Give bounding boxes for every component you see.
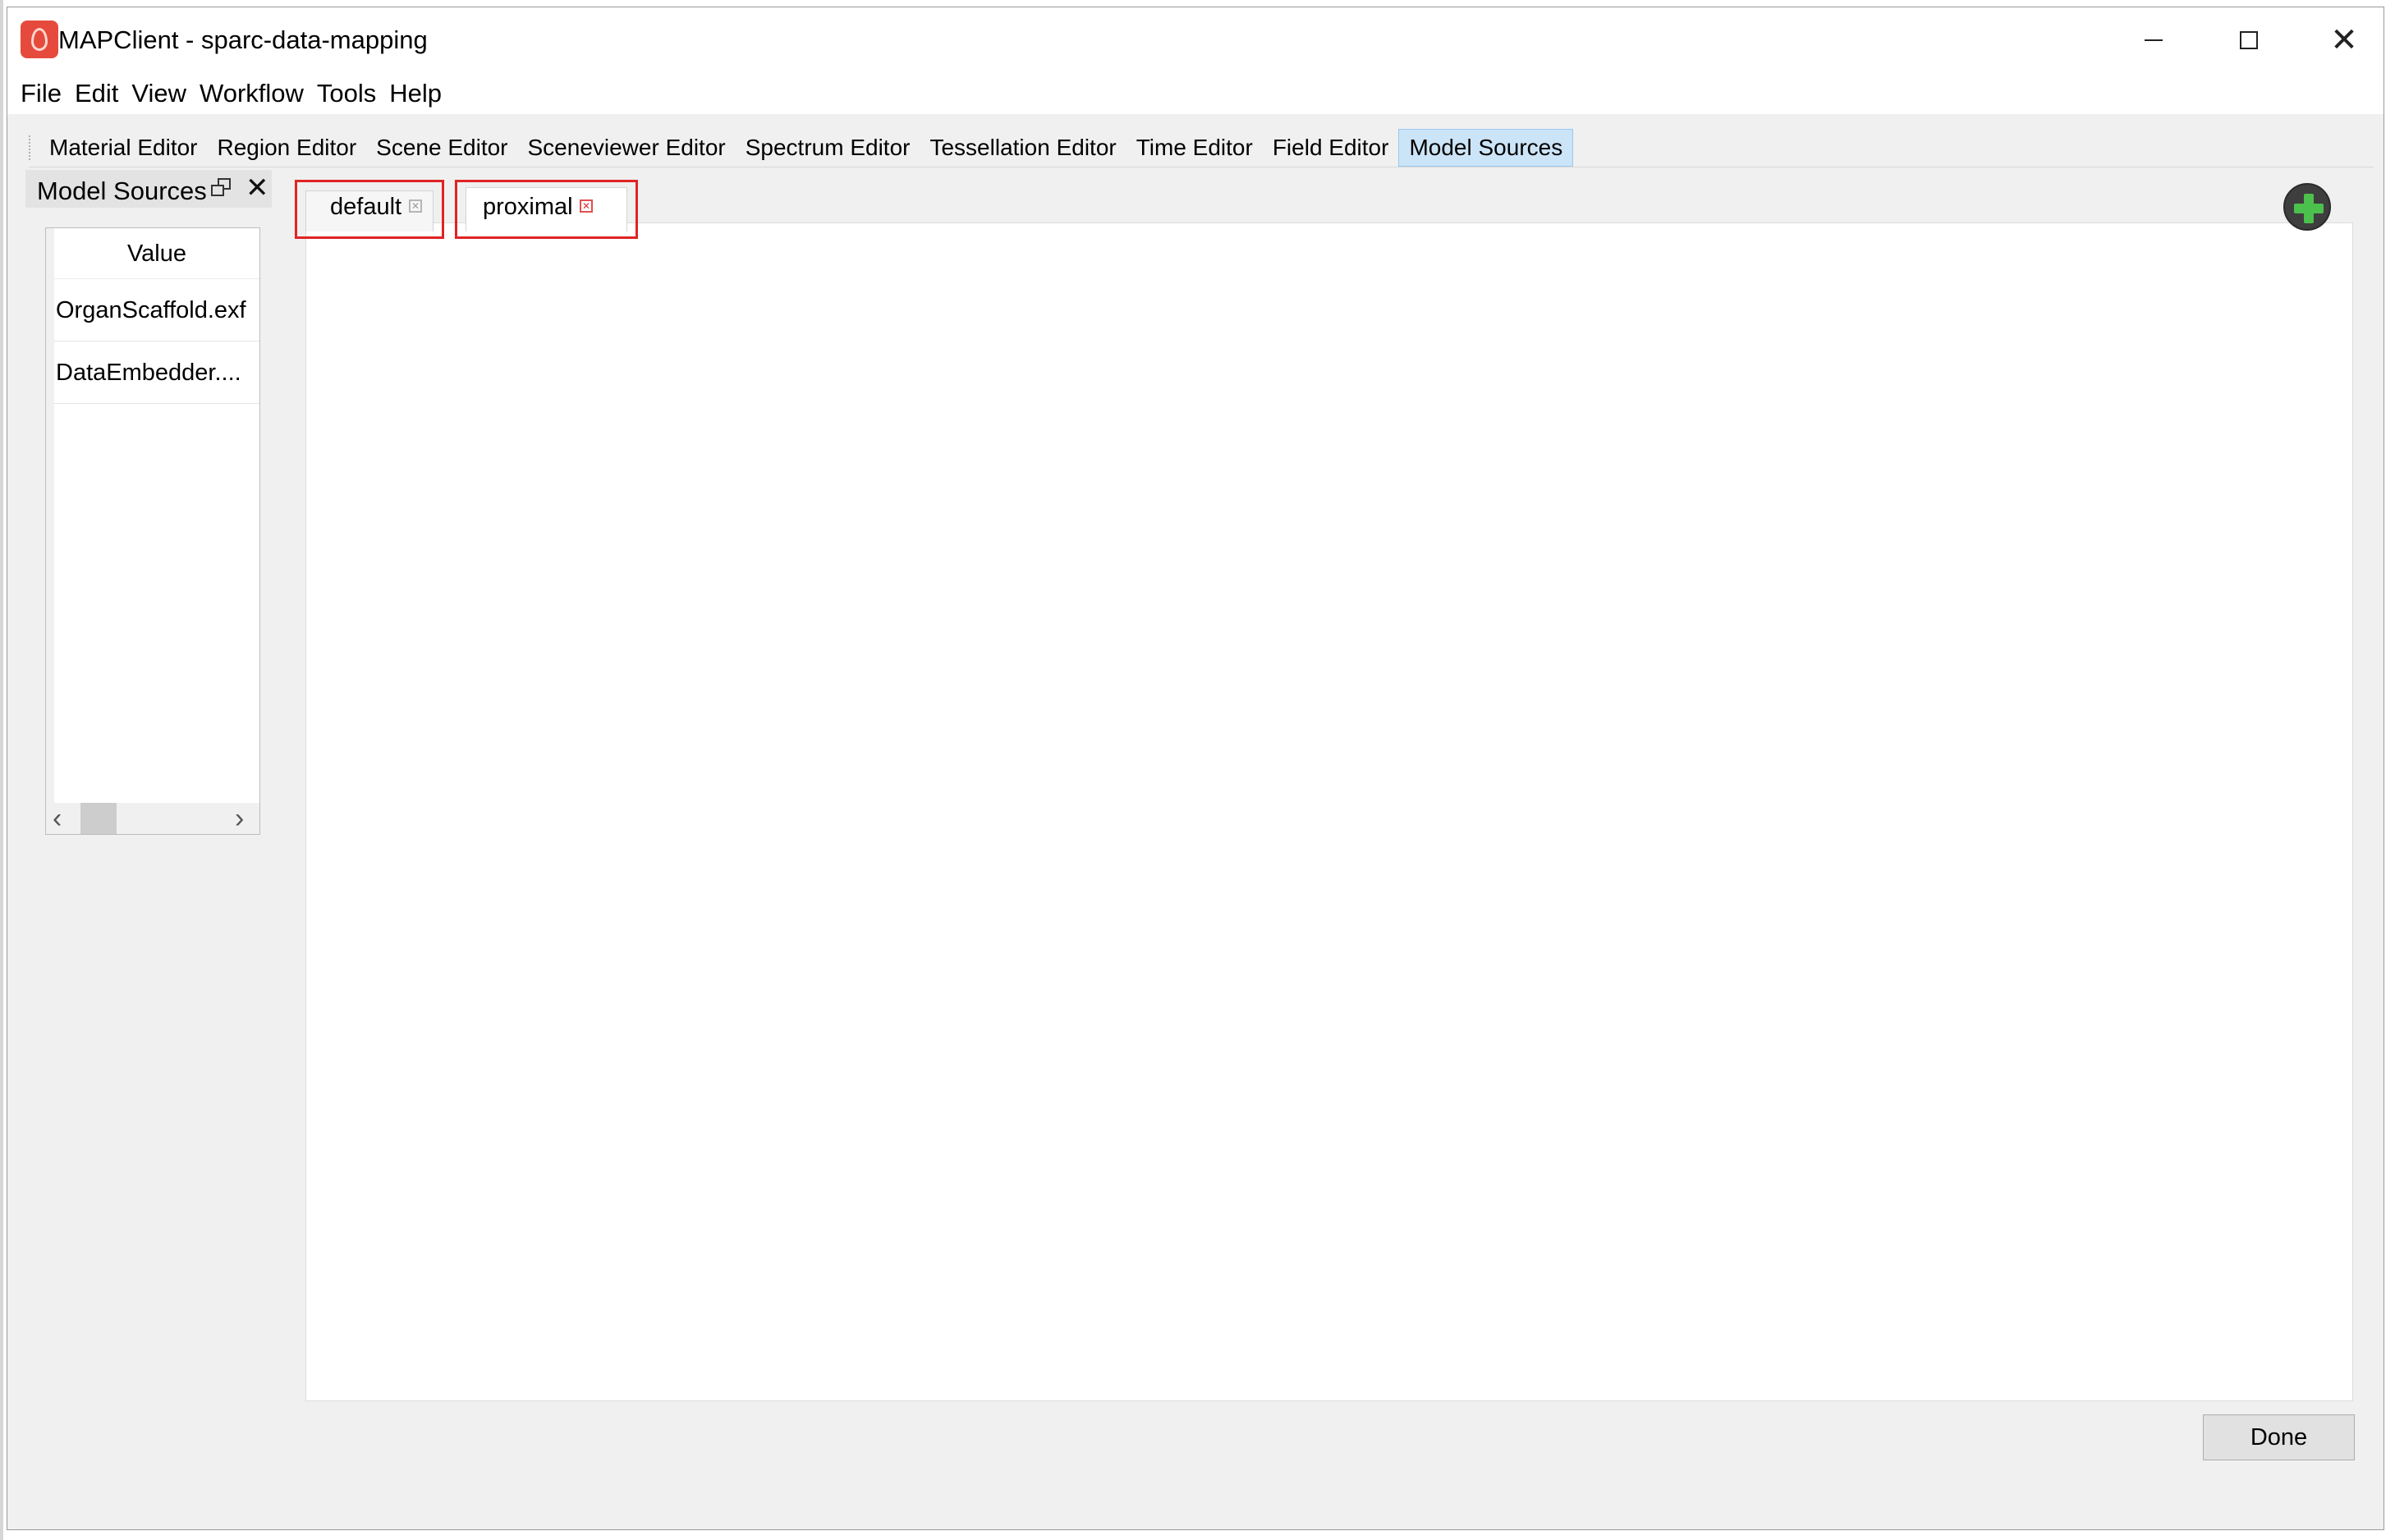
editor-tab-spectrum[interactable]: Spectrum Editor	[736, 130, 920, 166]
tab-default-label: default	[330, 194, 402, 220]
editor-tab-region[interactable]: Region Editor	[208, 130, 367, 166]
tab-default[interactable]: default ✕	[295, 180, 444, 239]
scroll-left-icon[interactable]: ‹	[53, 804, 62, 832]
column-header-value[interactable]: Value	[54, 228, 259, 279]
tab-proximal[interactable]: proximal ✕	[455, 180, 638, 239]
main-window: MAPClient - sparc-data-mapping ✕ File Ed…	[7, 7, 2384, 1530]
menu-bar: File Edit View Workflow Tools Help	[7, 73, 2384, 114]
app-icon	[21, 21, 58, 58]
list-item[interactable]: DataEmbedder....	[54, 341, 259, 404]
horizontal-scrollbar[interactable]: ‹ ›	[46, 803, 259, 834]
menu-workflow[interactable]: Workflow	[193, 73, 310, 114]
menu-file[interactable]: File	[14, 73, 68, 114]
close-window-button[interactable]: ✕	[2296, 7, 2392, 73]
dock-title: Model Sources	[37, 176, 207, 205]
background-edge	[0, 0, 3, 1540]
add-region-button[interactable]	[2283, 183, 2331, 231]
maximize-button[interactable]	[2201, 7, 2296, 73]
scroll-thumb[interactable]	[80, 803, 117, 834]
editor-tab-material[interactable]: Material Editor	[39, 130, 208, 166]
toolbar-grip[interactable]	[29, 135, 31, 160]
done-button[interactable]: Done	[2203, 1414, 2355, 1460]
menu-edit[interactable]: Edit	[68, 73, 125, 114]
editor-tab-field[interactable]: Field Editor	[1263, 130, 1399, 166]
region-content-area	[305, 222, 2353, 1401]
editor-tab-tessellation[interactable]: Tessellation Editor	[920, 130, 1126, 166]
scroll-right-icon[interactable]: ›	[235, 804, 244, 832]
editor-tab-model-sources[interactable]: Model Sources	[1398, 129, 1574, 167]
dock-title-bar: Model Sources ✕	[25, 170, 272, 208]
editor-toolbar: Material Editor Region Editor Scene Edit…	[29, 129, 1574, 167]
menu-view[interactable]: View	[125, 73, 193, 114]
window-title: MAPClient - sparc-data-mapping	[58, 25, 428, 54]
editor-tab-time[interactable]: Time Editor	[1126, 130, 1263, 166]
close-dock-icon[interactable]: ✕	[245, 172, 269, 204]
editor-tab-sceneviewer[interactable]: Sceneviewer Editor	[518, 130, 736, 166]
list-item[interactable]: OrganScaffold.exf	[54, 279, 259, 341]
close-tab-icon[interactable]: ✕	[409, 199, 422, 213]
minimize-button[interactable]	[2106, 7, 2201, 73]
minimize-icon	[2145, 39, 2163, 41]
float-dock-icon[interactable]	[211, 178, 232, 198]
close-icon: ✕	[2330, 21, 2358, 59]
close-tab-icon[interactable]: ✕	[580, 199, 593, 213]
editor-tab-scene[interactable]: Scene Editor	[366, 130, 517, 166]
menu-help[interactable]: Help	[383, 73, 448, 114]
title-bar: MAPClient - sparc-data-mapping ✕	[7, 7, 2384, 73]
tab-proximal-label: proximal	[483, 194, 573, 220]
model-sources-list: Value OrganScaffold.exf DataEmbedder....…	[45, 227, 260, 835]
menu-tools[interactable]: Tools	[310, 73, 383, 114]
maximize-icon	[2240, 31, 2258, 49]
list-viewport: Value OrganScaffold.exf DataEmbedder....	[54, 228, 259, 803]
